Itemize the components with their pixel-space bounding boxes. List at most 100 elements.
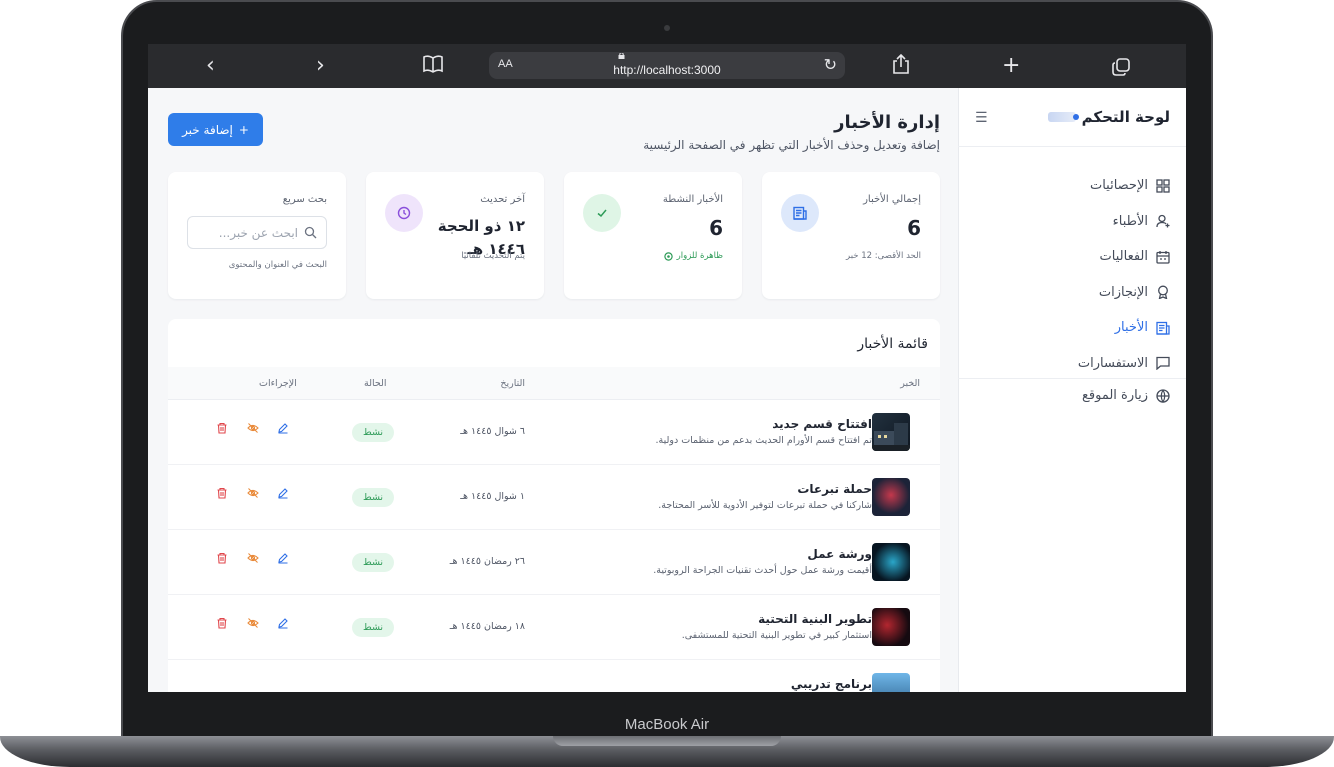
delete-icon[interactable]	[216, 552, 228, 564]
news-thumbnail[interactable]	[872, 478, 910, 516]
sidebar-item-label: الإحصائيات	[1089, 178, 1148, 194]
delete-icon[interactable]	[216, 617, 228, 629]
newspaper-icon	[1156, 321, 1170, 335]
sidebar-item-label: الفعاليات	[1099, 249, 1148, 265]
brand[interactable]: لوحة التحكم	[1047, 108, 1170, 126]
main-content: إدارة الأخبار إضافة وتعديل وحذف الأخبار …	[168, 88, 940, 692]
sidebar-item-stats[interactable]: الإحصائيات	[974, 168, 1170, 204]
screen: ‹ › AA http://localhost:3000 ↻ + لوحة ال…	[148, 44, 1186, 692]
bookmarks-icon[interactable]	[422, 54, 444, 82]
sidebar-collapse-icon[interactable]: ☰	[975, 110, 988, 126]
search-icon	[304, 226, 317, 239]
visit-site-label: زيارة الموقع	[1081, 388, 1148, 403]
news-date: ٢٦ رمضان ١٤٤٥ هـ	[449, 556, 525, 567]
table-row: حملة تبرعات شاركنا في حملة تبرعات لتوفير…	[168, 465, 940, 530]
search-placeholder: ابحث عن خبر...	[218, 226, 298, 240]
card-note: البحث في العنوان والمحتوى	[228, 260, 327, 270]
sidebar-item-label: الأخبار	[1114, 320, 1148, 336]
card-note: ظاهرة للزوار	[663, 251, 723, 261]
news-title: برنامج تدريبي	[790, 677, 872, 691]
header-news: الخبر	[900, 378, 920, 389]
hide-icon[interactable]	[247, 552, 259, 564]
sidebar-item-label: الاستفسارات	[1077, 355, 1148, 371]
check-icon	[583, 194, 621, 232]
lock-icon	[618, 53, 625, 59]
delete-icon[interactable]	[216, 487, 228, 499]
table-row: برنامج تدريبي	[168, 660, 940, 692]
total-news-card: إجمالي الأخبار 6 الحد الأقصى: 12 خبر	[762, 172, 940, 299]
status-badge: نشط	[352, 553, 394, 572]
hide-icon[interactable]	[247, 617, 259, 629]
sidebar-item-doctors[interactable]: الأطباء	[974, 204, 1170, 240]
hide-icon[interactable]	[247, 422, 259, 434]
share-icon[interactable]	[892, 53, 910, 82]
news-description: تم افتتاح قسم الأورام الحديث بدعم من منظ…	[655, 435, 873, 446]
edit-icon[interactable]	[277, 617, 289, 629]
header-status: الحالة	[364, 378, 387, 389]
table-row: ورشة عمل أقيمت ورشة عمل حول أحدث تقنيات …	[168, 530, 940, 595]
page-subtitle: إضافة وتعديل وحذف الأخبار التي تظهر في ا…	[643, 138, 940, 152]
news-date: ١٨ رمضان ١٤٤٥ هـ	[449, 621, 525, 632]
sidebar-item-label: الإنجازات	[1098, 284, 1148, 300]
news-thumbnail[interactable]	[872, 608, 910, 646]
add-news-label: إضافة خبر	[182, 122, 233, 137]
add-news-button[interactable]: + إضافة خبر	[168, 113, 263, 146]
edit-icon[interactable]	[277, 552, 289, 564]
sidebar-item-label: الأطباء	[1112, 213, 1148, 229]
reload-icon[interactable]: ↻	[824, 55, 837, 74]
clock-icon	[385, 194, 423, 232]
calendar-icon	[1156, 250, 1170, 264]
news-date: ١ شوال ١٤٤٥ هـ	[460, 491, 525, 502]
back-icon[interactable]: ‹	[206, 52, 215, 80]
card-label: الأخبار النشطة	[662, 194, 723, 205]
card-label: آخر تحديث	[480, 194, 525, 205]
status-badge: نشط	[352, 618, 394, 637]
browser-toolbar: ‹ › AA http://localhost:3000 ↻ +	[148, 44, 1186, 88]
brand-title: لوحة التحكم	[1081, 108, 1170, 126]
card-note: الحد الأقصى: 12 خبر	[846, 251, 921, 261]
hide-icon[interactable]	[247, 487, 259, 499]
device-model-label: MacBook Air	[624, 716, 710, 733]
laptop-hinge-notch	[553, 736, 781, 746]
table-row: تطوير البنية التحتية استثمار كبير في تطو…	[168, 595, 940, 660]
news-thumbnail[interactable]	[872, 673, 910, 692]
news-title: افتتاح قسم جديد	[772, 417, 872, 431]
news-description: استثمار كبير في تطوير البنية التحتية للم…	[681, 630, 872, 641]
news-title: تطوير البنية التحتية	[758, 612, 872, 626]
news-table-card: قائمة الأخبار الخبر التاريخ الحالة الإجر…	[168, 319, 940, 692]
address-bar[interactable]: AA http://localhost:3000 ↻	[489, 52, 845, 79]
status-badge: نشط	[352, 423, 394, 442]
header-actions: الإجراءات	[259, 378, 297, 389]
visit-site-link[interactable]: زيارة الموقع	[1082, 388, 1170, 403]
news-title: حملة تبرعات	[797, 482, 872, 496]
camera	[664, 25, 670, 31]
status-badge: نشط	[352, 488, 394, 507]
news-thumbnail[interactable]	[872, 543, 910, 581]
last-update-card: آخر تحديث ١٢ ذو الحجة ١٤٤٦ هـ يتم التحدي…	[366, 172, 544, 299]
table-title: قائمة الأخبار	[857, 336, 928, 352]
sidebar-item-news[interactable]: الأخبار	[974, 310, 1170, 346]
card-note: يتم التحديث تلقائيًا	[461, 251, 525, 261]
tabs-overview-icon[interactable]	[1112, 56, 1130, 84]
card-label: بحث سريع	[282, 194, 327, 205]
visible-note: ظاهرة للزوار	[676, 251, 723, 261]
sidebar-item-achievements[interactable]: الإنجازات	[974, 275, 1170, 311]
grid-icon	[1156, 179, 1170, 193]
news-description: أقيمت ورشة عمل حول أحدث تقنيات الجراحة ا…	[653, 565, 872, 576]
search-input[interactable]: ابحث عن خبر...	[187, 216, 327, 249]
delete-icon[interactable]	[216, 422, 228, 434]
edit-icon[interactable]	[277, 422, 289, 434]
plus-icon: +	[238, 122, 249, 137]
message-icon	[1156, 357, 1170, 371]
sidebar-divider	[958, 146, 1186, 147]
page-title: إدارة الأخبار	[834, 112, 940, 133]
edit-icon[interactable]	[277, 487, 289, 499]
sidebar: لوحة التحكم ☰ الإحصائيات الأطباء الفعالي…	[958, 88, 1186, 692]
sidebar-item-events[interactable]: الفعاليات	[974, 239, 1170, 275]
sidebar-nav: الإحصائيات الأطباء الفعاليات الإنجازات ا…	[974, 168, 1170, 381]
new-tab-icon[interactable]: +	[1002, 52, 1020, 80]
sidebar-item-inquiries[interactable]: الاستفسارات	[974, 346, 1170, 382]
newspaper-icon	[781, 194, 819, 232]
forward-icon[interactable]: ›	[316, 52, 325, 80]
news-thumbnail[interactable]	[872, 413, 910, 451]
